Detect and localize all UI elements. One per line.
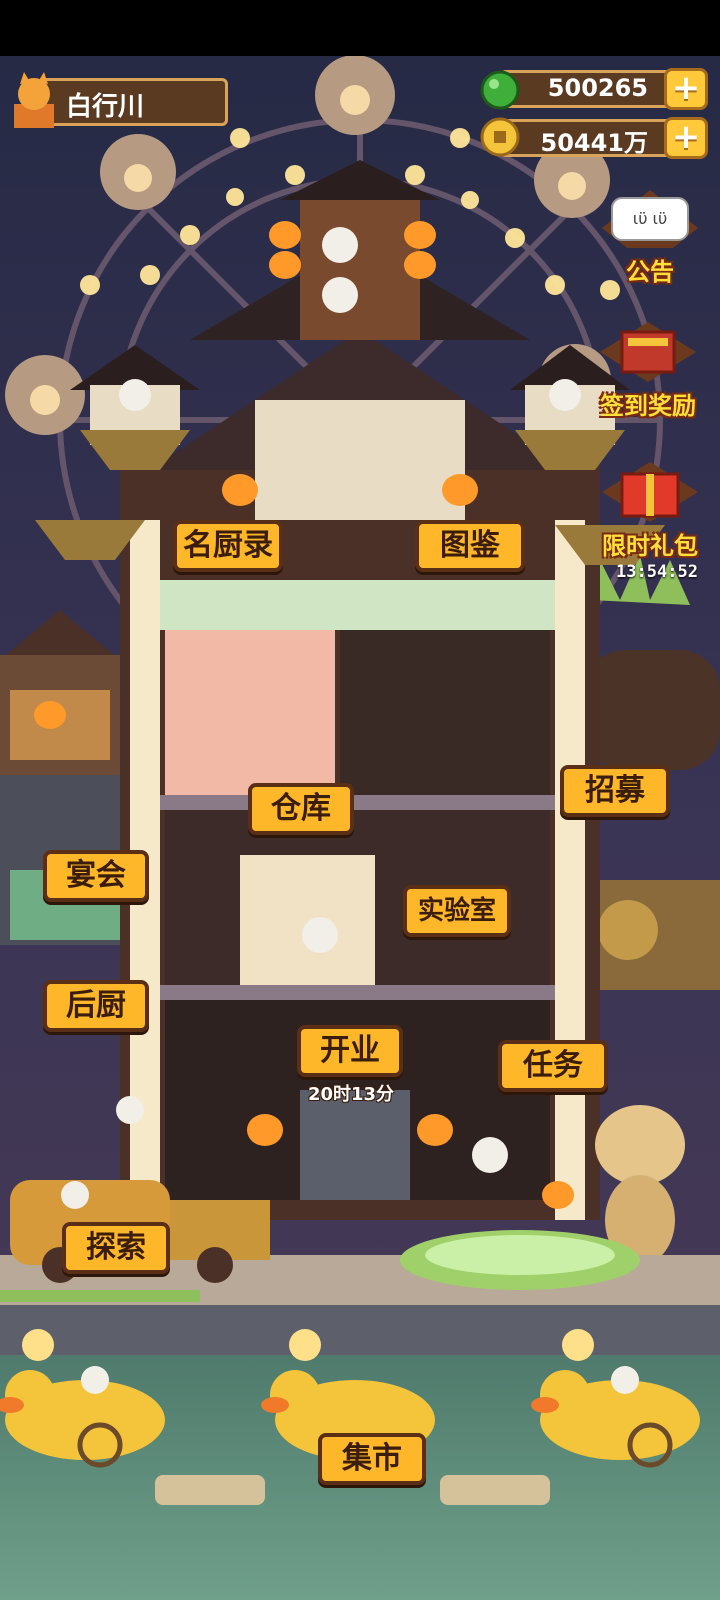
add-coins-button[interactable]: + [664, 117, 708, 159]
player-name: 白行川 [66, 92, 145, 122]
gift-label: 限时礼包 [602, 532, 698, 560]
signin-chest-icon [600, 322, 696, 382]
gold-coin-icon [480, 117, 520, 157]
coin-value: 50441万 [540, 129, 649, 157]
market-sign[interactable]: 集市 [318, 1433, 426, 1485]
player-profile[interactable]: 白行川 [8, 70, 228, 130]
tasks-sign[interactable]: 任务 [498, 1040, 608, 1092]
gem-counter: 500265 + [478, 66, 708, 110]
open-business-sign[interactable]: 开业 [297, 1025, 403, 1077]
green-gem-icon [480, 70, 520, 110]
notice-board-icon: ιϋ ιϋ [602, 190, 698, 266]
chefs-sign[interactable]: 名厨录 [173, 520, 283, 572]
signin-label: 签到奖励 [600, 392, 696, 420]
add-gems-button[interactable]: + [664, 68, 708, 110]
warehouse-sign[interactable]: 仓库 [248, 783, 354, 835]
notice-button[interactable]: ιϋ ιϋ 公告 [600, 188, 700, 287]
coin-counter: 50441万 + [478, 115, 708, 159]
status-bar [0, 0, 720, 56]
gift-box-icon [602, 462, 698, 522]
cat-avatar-icon[interactable] [8, 70, 60, 130]
banquet-sign[interactable]: 宴会 [43, 850, 149, 902]
recruit-sign[interactable]: 招募 [560, 765, 670, 817]
gallery-sign[interactable]: 图鉴 [415, 520, 525, 572]
hot-spring [400, 1230, 640, 1290]
notice-bubble-text: ιϋ ιϋ [633, 209, 667, 228]
limited-gift-button[interactable]: 限时礼包 [600, 462, 700, 561]
kitchen-sign[interactable]: 后厨 [43, 980, 149, 1032]
gift-timer: 13:54:52 [616, 562, 698, 582]
notice-label: 公告 [626, 258, 674, 286]
gem-value: 500265 [547, 74, 648, 102]
signin-reward-button[interactable]: 签到奖励 [598, 322, 698, 421]
explore-sign[interactable]: 探索 [62, 1222, 170, 1274]
open-timer: 20时13分 [307, 1084, 395, 1105]
lab-sign[interactable]: 实验室 [403, 885, 511, 937]
